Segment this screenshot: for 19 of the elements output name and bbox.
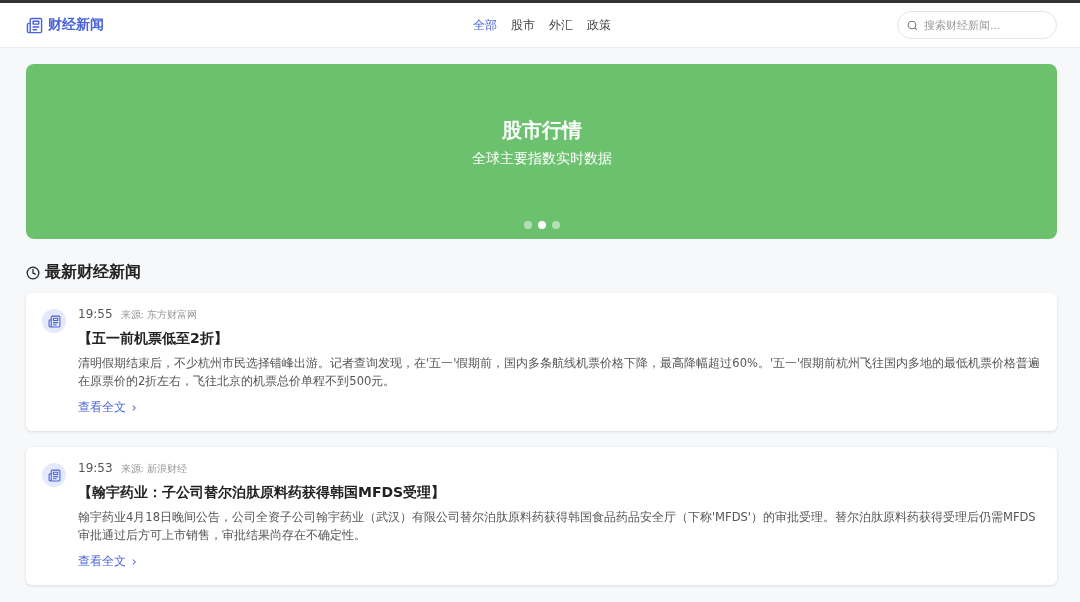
read-more-link[interactable]: 查看全文 <box>78 400 139 415</box>
news-summary: 清明假期结束后，不少杭州市民选择错峰出游。记者查询发现，在'五一'假期前，国内多条航线机票价格下降，最高降幅超过60%。'五一'假期前杭州飞往国内多地的最低机票价格普遍在原票价的2折左右，飞往北京的机票总价单程不到500元。 <box>78 355 1041 390</box>
news-title: 【翰宇药业：子公司替尔泊肽原料药获得韩国MFDS受理】 <box>78 484 447 502</box>
nav-tab[interactable]: 外汇 <box>548 16 573 34</box>
news-time: 19:53 <box>78 461 113 475</box>
read-more-link[interactable]: 查看全文 <box>78 554 139 569</box>
logo-text[interactable]: 财经新闻 <box>48 16 104 34</box>
section-title: 最新财经新闻 <box>45 262 141 283</box>
news-summary: 翰宇药业4月18日晚间公告，公司全资子公司翰宇药业（武汉）有限公司替尔泊肽原料药获得韩国食品药品安全厅（下称'MFDS'）的审批受理。替尔泊肽原料药获得受理后仍需MFDS审批通过后方可上市销售，审批结果尚存在不确定性。 <box>78 509 1037 544</box>
banner-title: 股市行情 <box>501 117 582 144</box>
nav-tab[interactable]: 股市 <box>510 16 535 34</box>
nav-tab[interactable]: 政策 <box>586 16 611 34</box>
news-source: 来源: 新浪财经 <box>120 462 188 476</box>
news-source: 来源: 东方财富网 <box>120 308 198 322</box>
nav-tab[interactable]: 全部 <box>472 16 497 34</box>
news-time: 19:55 <box>78 307 113 321</box>
search-field[interactable]: 搜索财经新闻... <box>897 11 1057 39</box>
news-title: 【五一前机票低至2折】 <box>78 330 229 348</box>
banner-subtitle: 全球主要指数实时数据 <box>471 150 612 168</box>
